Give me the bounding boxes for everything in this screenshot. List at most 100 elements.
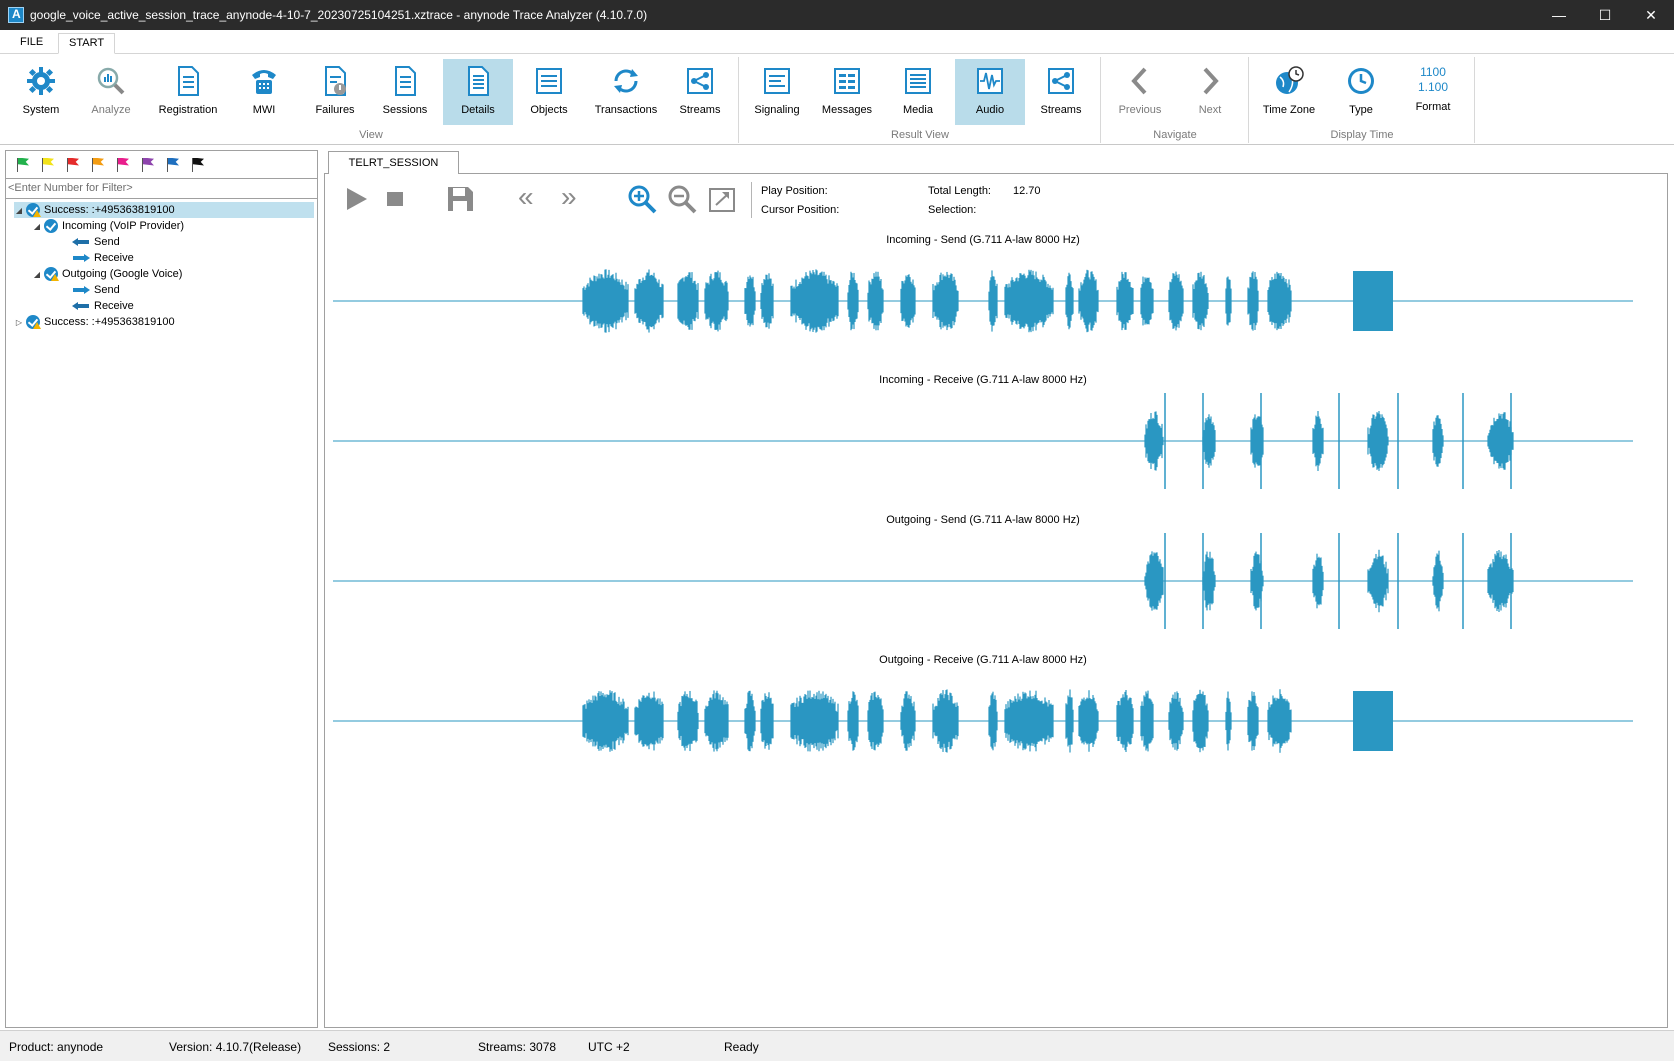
format-button[interactable]: 1100 1.100 Format (1400, 59, 1466, 125)
tree-item-outgoing[interactable]: ◢ Outgoing (Google Voice) (32, 266, 182, 282)
signaling-button[interactable]: Signaling (744, 59, 810, 125)
toolbar-separator (751, 182, 752, 218)
tab-telrt-session[interactable]: TELRT_SESSION (328, 151, 459, 174)
format-line2: 1.100 (1417, 80, 1449, 94)
failures-button[interactable]: Failures (304, 59, 366, 125)
transactions-button[interactable]: Transactions (587, 59, 665, 125)
transactions-label: Transactions (594, 104, 658, 116)
number-format-icon: 1100 1.100 (1413, 65, 1453, 99)
waveform-outgoing-receive[interactable]: Outgoing - Receive (G.711 A-law 8000 Hz) (333, 654, 1633, 774)
status-product: Product: anynode (9, 1040, 104, 1054)
arrow-right-icon (72, 285, 90, 295)
tree-item-incoming-receive[interactable]: Receive (72, 250, 134, 266)
timezone-label: Time Zone (1262, 104, 1316, 116)
zoom-out-icon[interactable] (667, 184, 697, 214)
tree-item-session-2[interactable]: ▷ Success: :+495363819100 (14, 314, 175, 330)
outgoing-label: Outgoing (Google Voice) (62, 268, 183, 280)
system-button[interactable]: System (10, 59, 72, 125)
tree-item-outgoing-receive[interactable]: Receive (72, 298, 134, 314)
ribbon: System Analyze Registration MWI Failures… (0, 55, 1674, 145)
document-icon (395, 66, 416, 96)
media-icon (905, 68, 931, 94)
tree-item-outgoing-send[interactable]: Send (72, 282, 120, 298)
streams-view-button[interactable]: Streams (670, 59, 730, 125)
menu-bar: FILE START (0, 30, 1674, 54)
timezone-button[interactable]: Time Zone (1256, 59, 1322, 125)
flag-icon[interactable] (89, 157, 105, 173)
session-label: Success: :+495363819100 (44, 316, 175, 328)
rewind-icon[interactable]: « (518, 182, 548, 212)
system-label: System (22, 104, 60, 116)
minimize-button[interactable]: — (1536, 0, 1582, 30)
waveform-icon (977, 68, 1003, 94)
streams-result-label: Streams (1040, 104, 1082, 116)
flag-icon[interactable] (39, 157, 55, 173)
stop-icon[interactable] (380, 184, 410, 214)
type-button[interactable]: Type (1330, 59, 1392, 125)
tree-item-incoming[interactable]: ◢ Incoming (VoIP Provider) (32, 218, 184, 234)
play-position-label: Play Position: (761, 185, 828, 197)
waveform-incoming-send[interactable]: Incoming - Send (G.711 A-law 8000 Hz) (333, 234, 1633, 354)
format-line1: 1100 (1420, 65, 1446, 79)
tree-item-session-1[interactable]: ◢ Success: :+495363819100 (14, 202, 314, 218)
next-button[interactable]: Next (1180, 59, 1240, 125)
clock-icon (1348, 68, 1374, 94)
menu-start[interactable]: START (58, 33, 116, 54)
details-button[interactable]: Details (443, 59, 513, 125)
close-button[interactable]: ✕ (1628, 0, 1674, 30)
send-label: Send (94, 236, 120, 248)
mwi-button[interactable]: MWI (234, 59, 294, 125)
flag-icon[interactable] (164, 157, 180, 173)
messages-button[interactable]: Messages (815, 59, 879, 125)
audio-label: Audio (975, 104, 1005, 116)
analyze-button[interactable]: Analyze (80, 59, 142, 125)
waveform-title: Incoming - Receive (G.711 A-law 8000 Hz) (879, 374, 1087, 386)
flag-icon[interactable] (189, 157, 205, 173)
status-streams: Streams: 3078 (478, 1040, 557, 1054)
waveform-canvas (333, 689, 1633, 753)
flag-icon[interactable] (139, 157, 155, 173)
fit-to-window-icon[interactable] (707, 184, 737, 214)
waveform-incoming-receive[interactable]: Incoming - Receive (G.711 A-law 8000 Hz) (333, 374, 1633, 494)
collapse-arrow-icon[interactable]: ◢ (32, 270, 42, 279)
zoom-in-icon[interactable] (627, 184, 657, 214)
list-window-icon (536, 68, 562, 94)
flag-bar (6, 151, 317, 179)
signaling-icon (764, 68, 790, 94)
media-button[interactable]: Media (886, 59, 950, 125)
selection-label: Selection: (928, 204, 977, 216)
arrow-left-icon (72, 301, 90, 311)
number-filter-input[interactable]: <Enter Number for Filter> (6, 179, 317, 199)
objects-label: Objects (530, 104, 568, 116)
waveform-title: Outgoing - Receive (G.711 A-law 8000 Hz) (879, 654, 1087, 666)
app-icon (8, 7, 24, 23)
fast-forward-icon[interactable]: » (561, 182, 591, 212)
save-icon[interactable] (445, 184, 475, 214)
receive-label: Receive (94, 300, 134, 312)
flag-icon[interactable] (14, 157, 30, 173)
tree-item-incoming-send[interactable]: Send (72, 234, 120, 250)
analyze-label: Analyze (91, 104, 131, 116)
registration-button[interactable]: Registration (150, 59, 226, 125)
session-label: Success: :+495363819100 (44, 204, 175, 216)
objects-button[interactable]: Objects (519, 59, 579, 125)
play-icon[interactable] (341, 184, 371, 214)
flag-icon[interactable] (114, 157, 130, 173)
sessions-button[interactable]: Sessions (374, 59, 436, 125)
status-utc: UTC +2 (588, 1040, 630, 1054)
waveform-outgoing-send[interactable]: Outgoing - Send (G.711 A-law 8000 Hz) (333, 514, 1633, 634)
audio-button[interactable]: Audio (955, 59, 1025, 125)
previous-button[interactable]: Previous (1110, 59, 1170, 125)
collapse-arrow-icon[interactable]: ◢ (14, 206, 24, 215)
maximize-button[interactable]: ☐ (1582, 0, 1628, 30)
flag-icon[interactable] (64, 157, 80, 173)
waveform-title: Outgoing - Send (G.711 A-law 8000 Hz) (886, 514, 1080, 526)
waveform-canvas (333, 393, 1633, 489)
collapse-arrow-icon[interactable]: ◢ (32, 222, 42, 231)
menu-file[interactable]: FILE (10, 33, 53, 54)
chevron-right-icon (1203, 67, 1219, 95)
next-label: Next (1198, 104, 1222, 116)
expand-arrow-icon[interactable]: ▷ (14, 318, 24, 327)
streams-result-button[interactable]: Streams (1030, 59, 1092, 125)
messages-icon (834, 68, 860, 94)
